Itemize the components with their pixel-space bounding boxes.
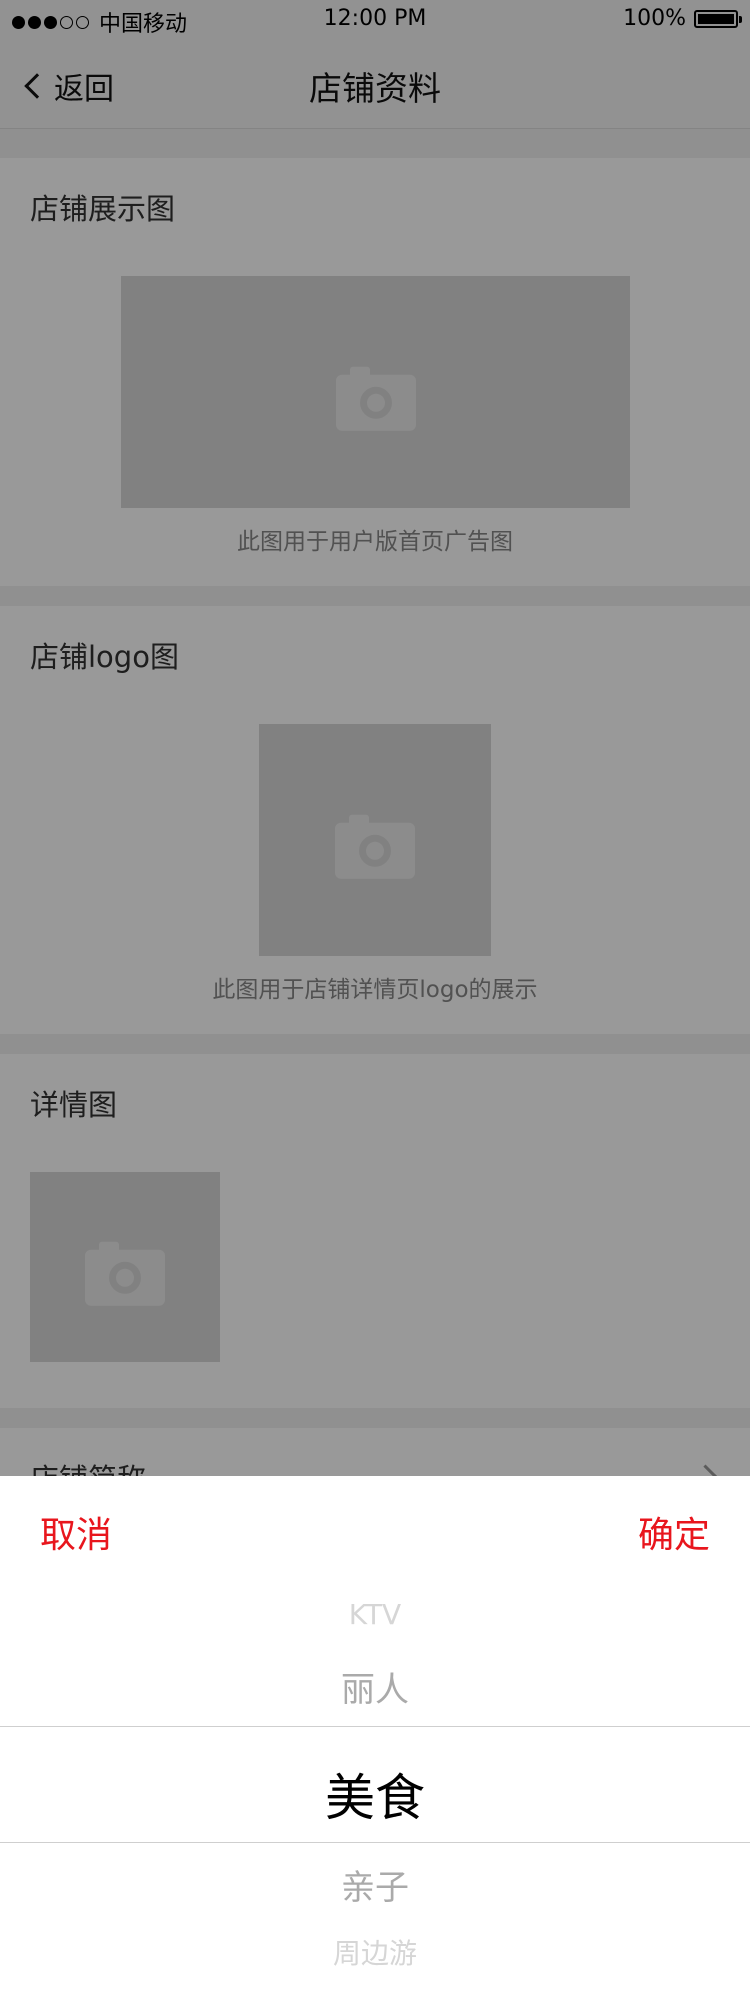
picker-selection-line-top [0,1726,750,1727]
picker-option[interactable]: 丽人 [0,1662,750,1711]
picker-option[interactable]: 亲子 [0,1860,750,1909]
picker-selection-line-bottom [0,1842,750,1843]
picker-option[interactable]: 周边游 [0,1932,750,1972]
cancel-button[interactable]: 取消 [40,1506,112,1558]
picker-option-selected[interactable]: 美食 [0,1758,750,1830]
confirm-button[interactable]: 确定 [638,1506,710,1558]
category-picker-sheet: 取消 确定 KTV 丽人 美食 亲子 周边游 [0,1476,750,1999]
picker-option[interactable]: KTV [0,1598,750,1631]
